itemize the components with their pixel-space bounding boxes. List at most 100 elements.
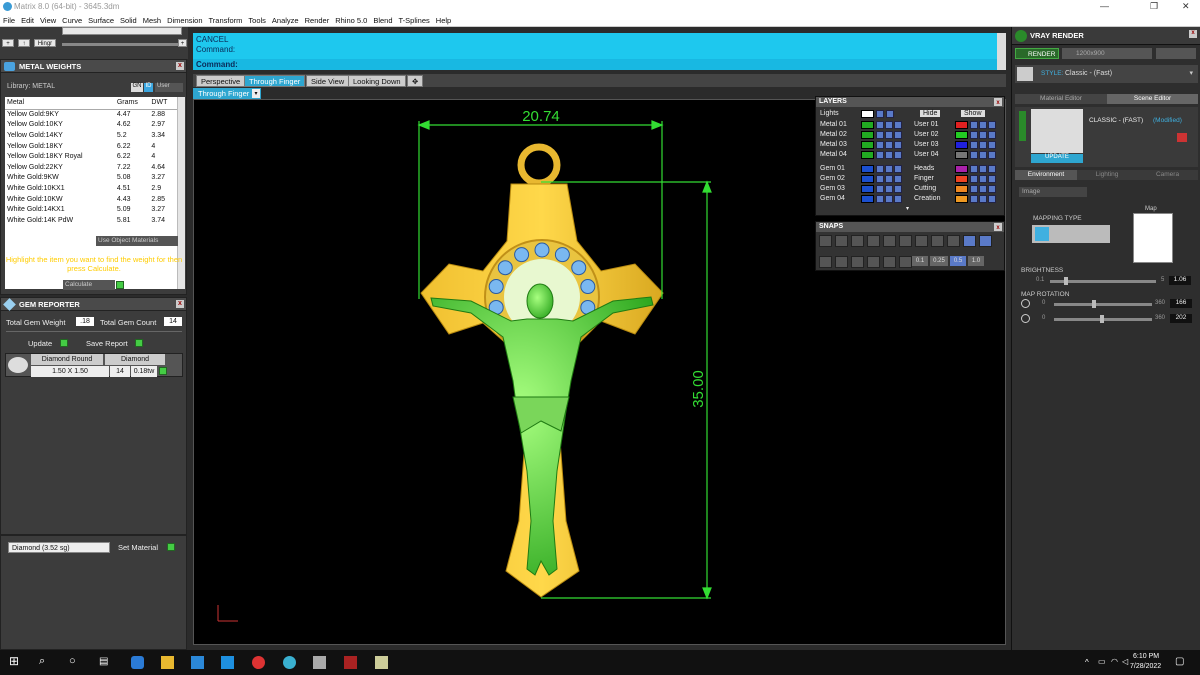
layer-select-icon[interactable]: [970, 185, 978, 193]
chevron-down-icon[interactable]: ▾: [906, 205, 909, 212]
tab-material-editor[interactable]: Material Editor: [1015, 94, 1107, 104]
layer-name[interactable]: User 01: [914, 121, 939, 128]
rotation2-value[interactable]: 202: [1170, 314, 1192, 323]
tool-strip[interactable]: [62, 27, 182, 35]
style-select[interactable]: STYLE: Classic - (Fast) ▾: [1015, 65, 1198, 83]
menu-surface[interactable]: Surface: [85, 14, 117, 25]
layer-select-icon[interactable]: [970, 165, 978, 173]
map-thumbnail[interactable]: [1133, 213, 1173, 263]
hide-button[interactable]: Hide: [920, 110, 941, 117]
layer-lock-icon[interactable]: [885, 141, 893, 149]
layer-lock-icon[interactable]: [885, 165, 893, 173]
save-report-button[interactable]: Save Report: [86, 339, 128, 348]
layer-lock-icon[interactable]: [885, 131, 893, 139]
viewport[interactable]: 20.74 35.00 LAYERS x Lights Hide Show Met…: [193, 96, 1006, 645]
menu-edit[interactable]: Edit: [18, 14, 37, 25]
layer-visible-icon[interactable]: [894, 151, 902, 159]
layer-color-swatch[interactable]: [955, 151, 968, 159]
tab-perspective[interactable]: Perspective: [196, 75, 246, 87]
task-view-icon[interactable]: ▤: [99, 656, 112, 669]
layer-lock-icon[interactable]: [979, 121, 987, 129]
layer-lock-icon[interactable]: [979, 141, 987, 149]
add-small-icon[interactable]: +: [178, 39, 187, 47]
layer-name[interactable]: Cutting: [914, 185, 936, 192]
layer-name[interactable]: Gem 01: [820, 165, 845, 172]
rotation1-knob[interactable]: [1092, 300, 1096, 308]
table-row[interactable]: White Gold:10KX1 4.51 2.9: [5, 183, 177, 194]
layer-visible-icon[interactable]: [894, 195, 902, 203]
clock-time[interactable]: 6:10 PM: [1133, 653, 1159, 660]
lights-lock-icon[interactable]: [876, 110, 884, 118]
layer-lock-icon[interactable]: [885, 195, 893, 203]
mail-icon[interactable]: [221, 656, 234, 669]
layer-color-swatch[interactable]: [955, 131, 968, 139]
layer-visible-icon[interactable]: [988, 185, 996, 193]
layer-select-icon[interactable]: [970, 131, 978, 139]
table-row[interactable]: White Gold:14K PdW 5.81 3.74: [5, 215, 177, 226]
layer-visible-icon[interactable]: [988, 131, 996, 139]
snap-tool-icon[interactable]: [835, 235, 848, 247]
layer-select-icon[interactable]: [876, 151, 884, 159]
unit-id[interactable]: ID: [144, 83, 153, 92]
snap-tool-icon[interactable]: [899, 256, 912, 268]
layer-select-icon[interactable]: [970, 121, 978, 129]
gem-row[interactable]: Diamond Round Diamond 1.50 X 1.50 14 0.1…: [5, 353, 183, 377]
menu-file[interactable]: File: [0, 14, 18, 25]
tray-volume-icon[interactable]: ◁: [1122, 657, 1128, 666]
layer-select-icon[interactable]: [876, 175, 884, 183]
layer-color-swatch[interactable]: [861, 131, 874, 139]
tray-network-icon[interactable]: ▭: [1098, 657, 1106, 666]
snap-tool-icon[interactable]: [899, 235, 912, 247]
layer-color-swatch[interactable]: [955, 185, 968, 193]
file-explorer-icon[interactable]: [161, 656, 174, 669]
layer-select-icon[interactable]: [970, 195, 978, 203]
layer-name[interactable]: Metal 02: [820, 131, 847, 138]
tray-wifi-icon[interactable]: ◠: [1111, 657, 1118, 666]
menu-rhino[interactable]: Rhino 5.0: [332, 14, 370, 25]
snap-tool-icon[interactable]: [867, 235, 880, 247]
table-row[interactable]: Yellow Gold:14KY 5.2 3.34: [5, 130, 177, 141]
layer-name[interactable]: User 03: [914, 141, 939, 148]
layer-select-icon[interactable]: [970, 151, 978, 159]
app-icon-misc[interactable]: [375, 656, 388, 669]
layer-visible-icon[interactable]: [894, 131, 902, 139]
maximize-button[interactable]: ❐: [1150, 1, 1158, 12]
layer-lock-icon[interactable]: [979, 195, 987, 203]
delete-icon[interactable]: [1177, 133, 1187, 142]
menu-tools[interactable]: Tools: [245, 14, 269, 25]
layer-lock-icon[interactable]: [979, 151, 987, 159]
rotation1-slider[interactable]: [1054, 303, 1152, 306]
layer-visible-icon[interactable]: [894, 175, 902, 183]
table-row[interactable]: White Gold:14KX1 5.09 3.27: [5, 204, 177, 215]
snap-tool-icon[interactable]: [979, 235, 992, 247]
layer-visible-icon[interactable]: [894, 121, 902, 129]
menu-solid[interactable]: Solid: [117, 14, 140, 25]
layer-color-swatch[interactable]: [861, 151, 874, 159]
layer-visible-icon[interactable]: [988, 165, 996, 173]
snap-tool-icon[interactable]: [851, 256, 864, 268]
snap-value-0-25[interactable]: 0.25: [930, 256, 948, 266]
layer-color-swatch[interactable]: [955, 121, 968, 129]
layer-select-icon[interactable]: [876, 165, 884, 173]
layer-lock-icon[interactable]: [979, 185, 987, 193]
snap-tool-icon[interactable]: [851, 235, 864, 247]
col-metal[interactable]: Metal: [5, 97, 115, 110]
close-button[interactable]: ✕: [1182, 1, 1190, 12]
layer-name[interactable]: Metal 04: [820, 151, 847, 158]
add-view-icon[interactable]: ✥: [407, 75, 424, 87]
rotation2-knob[interactable]: [1100, 315, 1104, 323]
menu-curve[interactable]: Curve: [59, 14, 85, 25]
mapping-type-buttons[interactable]: [1032, 225, 1110, 243]
chevron-down-icon[interactable]: ▾: [1189, 69, 1193, 77]
layer-name[interactable]: User 04: [914, 151, 939, 158]
store-icon[interactable]: [191, 656, 204, 669]
tab-environment[interactable]: Environment: [1015, 170, 1077, 180]
brightness-knob[interactable]: [1064, 277, 1068, 285]
layer-color-swatch[interactable]: [861, 165, 874, 173]
chevron-down-icon[interactable]: ▾: [252, 89, 260, 98]
snap-tool-icon[interactable]: [883, 256, 896, 268]
snap-tool-icon[interactable]: [931, 235, 944, 247]
layer-lock-icon[interactable]: [885, 175, 893, 183]
layer-color-swatch[interactable]: [955, 141, 968, 149]
layer-visible-icon[interactable]: [988, 121, 996, 129]
